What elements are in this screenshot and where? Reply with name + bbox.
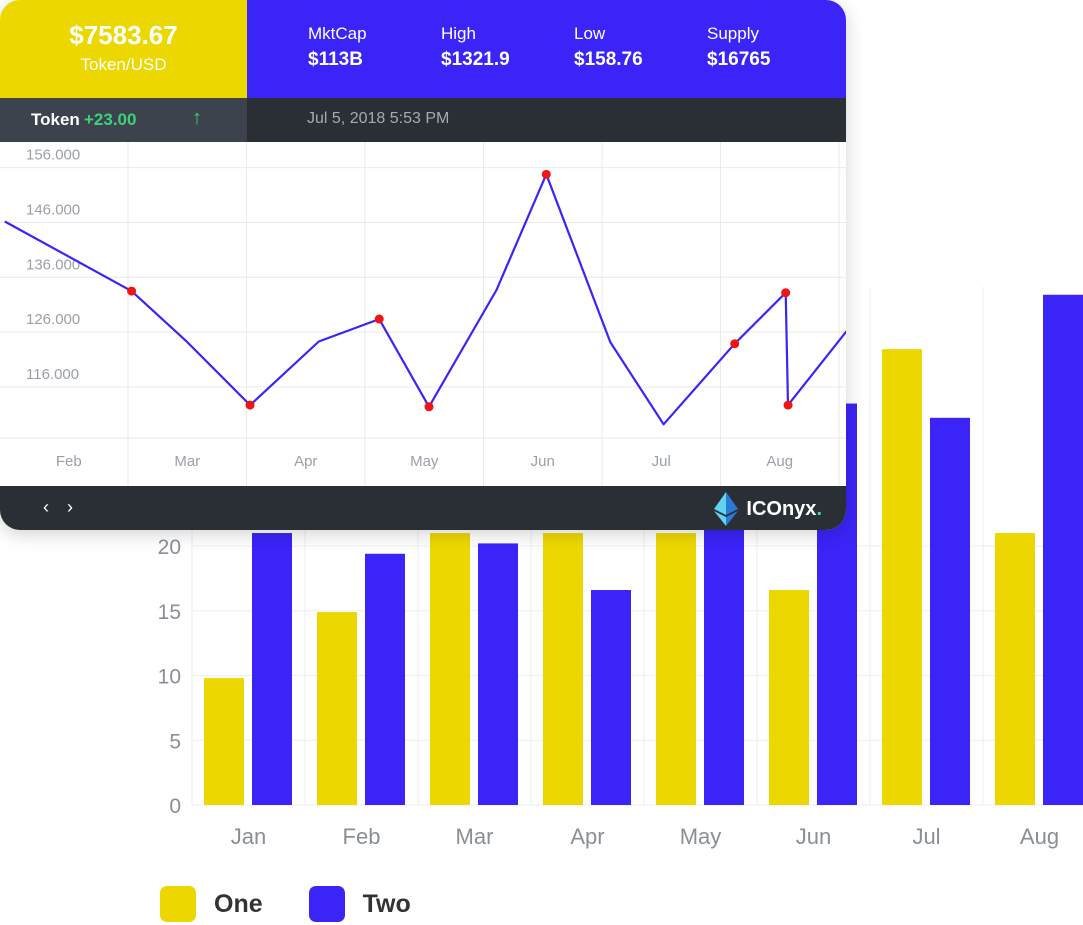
bar-x-tick-label: Jul — [912, 824, 940, 849]
legend-swatch-one — [160, 886, 196, 922]
line-point-marker — [730, 339, 740, 349]
stat-label: High — [441, 24, 476, 43]
stat-label: MktCap — [308, 24, 367, 43]
bar-x-tick-label: May — [680, 824, 722, 849]
bar-one-feb — [317, 612, 357, 805]
line-y-tick-label: 146.000 — [26, 201, 80, 218]
ticker-name: Token — [31, 110, 80, 129]
bar-two-aug — [1043, 294, 1083, 805]
stat-label: Supply — [707, 24, 759, 43]
brand-name: ICOnyx — [746, 497, 817, 520]
line-point-marker — [541, 169, 551, 179]
line-point-marker — [783, 400, 793, 410]
stat-value: $158.76 — [574, 49, 643, 70]
bar-x-tick-label: Jan — [231, 824, 266, 849]
line-x-tick-label: Apr — [294, 453, 317, 470]
brand-dot: . — [816, 497, 822, 520]
brand-logo: ICOnyx . — [714, 492, 822, 526]
price-value: $7583.67 — [69, 20, 178, 50]
token-price-card: $7583.67 Token/USD MktCap $113B High $13… — [0, 0, 846, 530]
bar-x-tick-label: Jun — [796, 824, 831, 849]
legend-swatch-two — [308, 886, 345, 922]
bar-x-tick-label: Apr — [570, 824, 604, 849]
line-y-tick-label: 116.000 — [26, 366, 79, 383]
legend-item-one[interactable]: One — [160, 886, 263, 922]
ticker-summary: Token +23.00 ↑ — [0, 98, 247, 142]
bar-legend: One Two — [160, 886, 457, 922]
legend-label-two: Two — [362, 889, 411, 918]
bar-y-tick-label: 0 — [169, 795, 181, 818]
line-x-tick-label: Mar — [174, 453, 200, 470]
arrow-up-icon: ↑ — [192, 107, 202, 129]
line-x-tick-label: Feb — [56, 453, 82, 470]
line-point-marker — [781, 288, 791, 298]
line-point-marker — [424, 402, 434, 412]
line-x-tick-label: Jun — [531, 453, 555, 470]
legend-item-two[interactable]: Two — [308, 886, 411, 922]
bar-y-tick-label: 15 — [158, 601, 181, 624]
stat-value: $16765 — [707, 49, 771, 70]
line-chart: 156.000146.000136.000126.000116.000Feb Ma… — [0, 142, 846, 486]
bar-y-tick-label: 10 — [158, 666, 181, 689]
bar-two-apr — [591, 590, 631, 805]
ticker-row: Token +23.00 ↑ Jul 5, 2018 5:53 PM — [0, 98, 846, 142]
price-unit: Token/USD — [80, 55, 167, 74]
bar-two-jul — [930, 417, 970, 805]
next-button[interactable]: › — [67, 497, 73, 518]
bar-x-tick-label: Feb — [343, 824, 381, 849]
stat-high: High $1321.9 — [441, 24, 510, 71]
stat-mktcap: MktCap $113B — [308, 24, 367, 71]
bar-one-apr — [543, 533, 583, 805]
line-x-tick-label: May — [410, 453, 439, 470]
line-y-tick-label: 156.000 — [26, 147, 80, 164]
bar-y-tick-label: 5 — [169, 730, 181, 753]
price-box: $7583.67 Token/USD — [0, 0, 247, 98]
stat-low: Low $158.76 — [574, 24, 643, 71]
stats-box: MktCap $113B High $1321.9 Low $158.76 Su… — [247, 0, 846, 98]
bar-x-tick-label: Mar — [456, 824, 494, 849]
line-x-tick-label: Aug — [766, 453, 793, 470]
legend-label-one: One — [214, 889, 263, 918]
line-y-tick-label: 126.000 — [26, 311, 80, 328]
bar-x-tick-label: Aug — [1020, 824, 1059, 849]
bar-y-tick-label: 20 — [158, 536, 181, 559]
bar-one-jan — [204, 678, 244, 805]
bar-one-aug — [995, 533, 1035, 805]
bar-two-mar — [478, 543, 518, 805]
bar-one-jun — [769, 590, 809, 805]
bar-two-feb — [365, 553, 405, 805]
bar-one-may — [656, 533, 696, 805]
ticker-timestamp: Jul 5, 2018 5:53 PM — [307, 110, 450, 127]
line-point-marker — [374, 314, 384, 324]
stat-supply: Supply $16765 — [707, 24, 770, 71]
stat-value: $113B — [308, 49, 363, 70]
line-x-tick-label: Jul — [652, 453, 671, 470]
stat-label: Low — [574, 24, 606, 43]
card-footer: ‹ › ICOnyx . — [0, 486, 846, 530]
bar-one-jul — [882, 349, 922, 805]
bar-two-jan — [252, 533, 292, 805]
ticker-change: +23.00 — [84, 110, 137, 129]
stat-value: $1321.9 — [441, 49, 510, 70]
line-point-marker — [127, 286, 137, 296]
bar-one-mar — [430, 533, 470, 805]
ethereum-icon — [714, 492, 739, 526]
line-point-marker — [245, 400, 255, 410]
prev-button[interactable]: ‹ — [43, 497, 49, 518]
